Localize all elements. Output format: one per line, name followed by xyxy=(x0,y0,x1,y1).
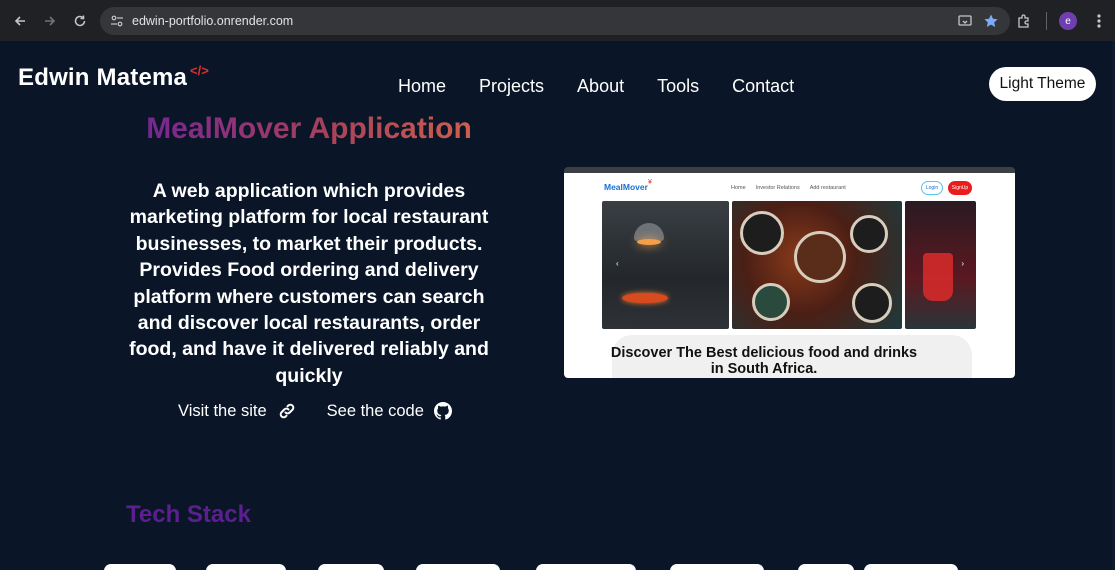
url-text[interactable]: edwin-portfolio.onrender.com xyxy=(132,14,293,28)
project-screenshot[interactable]: MealMover ¥ Home Investor Relations Add … xyxy=(564,167,1015,378)
preview-logo: MealMover xyxy=(604,182,648,192)
tech-badge xyxy=(864,564,958,570)
forward-icon[interactable] xyxy=(36,7,64,35)
light-theme-button[interactable]: Light Theme xyxy=(989,67,1096,101)
github-icon[interactable] xyxy=(433,402,452,420)
cocktail-glass-shape xyxy=(923,253,953,301)
nav-home[interactable]: Home xyxy=(398,76,446,97)
site-logo[interactable]: Edwin Matema xyxy=(18,64,187,92)
toolbar-divider xyxy=(1046,12,1047,30)
nav-contact[interactable]: Contact xyxy=(732,76,794,97)
plate-shape xyxy=(850,215,888,253)
project-description: A web application which provides marketi… xyxy=(129,180,489,387)
tech-badge xyxy=(104,564,176,570)
carousel-next-icon: › xyxy=(961,259,964,268)
plate-shape xyxy=(752,283,790,321)
tech-stack-title: Tech Stack xyxy=(126,501,251,528)
bookmark-star-icon[interactable] xyxy=(982,12,1000,30)
browser-toolbar: edwin-portfolio.onrender.com e xyxy=(0,0,1115,41)
back-icon[interactable] xyxy=(6,7,34,35)
preview-link-investor: Investor Relations xyxy=(755,185,800,191)
main-navigation: Home Projects About Tools Contact xyxy=(398,76,794,97)
nav-projects[interactable]: Projects xyxy=(479,76,544,97)
preview-navbar: MealMover ¥ Home Investor Relations Add … xyxy=(564,173,1015,203)
nav-about[interactable]: About xyxy=(577,76,624,97)
plate-shape xyxy=(852,283,892,323)
project-links: Visit the site See the code xyxy=(178,401,452,421)
preview-signup-button: SignUp xyxy=(948,181,972,195)
visit-site-link[interactable]: Visit the site xyxy=(178,401,297,421)
menu-kebab-icon[interactable] xyxy=(1089,11,1109,31)
tech-badge xyxy=(416,564,500,570)
tech-badge xyxy=(206,564,286,570)
preview-link-home: Home xyxy=(731,185,746,191)
cast-icon[interactable] xyxy=(956,12,974,30)
preview-logo-mark: ¥ xyxy=(648,179,652,186)
preview-hero-text: Discover The Best delicious food and dri… xyxy=(610,345,918,377)
preview-link-add-restaurant: Add restaurant xyxy=(809,185,846,191)
tech-badge xyxy=(798,564,854,570)
nav-tools[interactable]: Tools xyxy=(657,76,699,97)
extensions-icon[interactable] xyxy=(1014,11,1034,31)
site-info-icon[interactable] xyxy=(108,12,126,30)
flambe-dish-shape xyxy=(622,293,668,303)
reload-icon[interactable] xyxy=(66,7,94,35)
preview-login-button: Login xyxy=(921,181,943,195)
lamp-glow-shape xyxy=(637,239,661,245)
preview-food-image xyxy=(732,201,902,329)
preview-nav-links: Home Investor Relations Add restaurant xyxy=(731,185,846,191)
see-code-link[interactable]: See the code xyxy=(327,402,452,421)
address-bar[interactable]: edwin-portfolio.onrender.com xyxy=(100,7,1010,35)
tech-badge xyxy=(670,564,764,570)
tech-badge xyxy=(536,564,636,570)
plate-shape xyxy=(794,231,846,283)
tech-badge xyxy=(318,564,384,570)
code-brackets-icon: </> xyxy=(190,63,209,78)
preview-drink-image: › xyxy=(905,201,976,329)
preview-kitchen-image: ‹ xyxy=(602,201,729,329)
carousel-prev-icon: ‹ xyxy=(616,259,619,268)
profile-avatar[interactable]: e xyxy=(1059,12,1077,30)
link-icon[interactable] xyxy=(277,401,297,421)
project-title: MealMover Application xyxy=(100,112,518,146)
plate-shape xyxy=(740,211,784,255)
visit-site-label[interactable]: Visit the site xyxy=(178,402,267,421)
see-code-label[interactable]: See the code xyxy=(327,402,424,421)
